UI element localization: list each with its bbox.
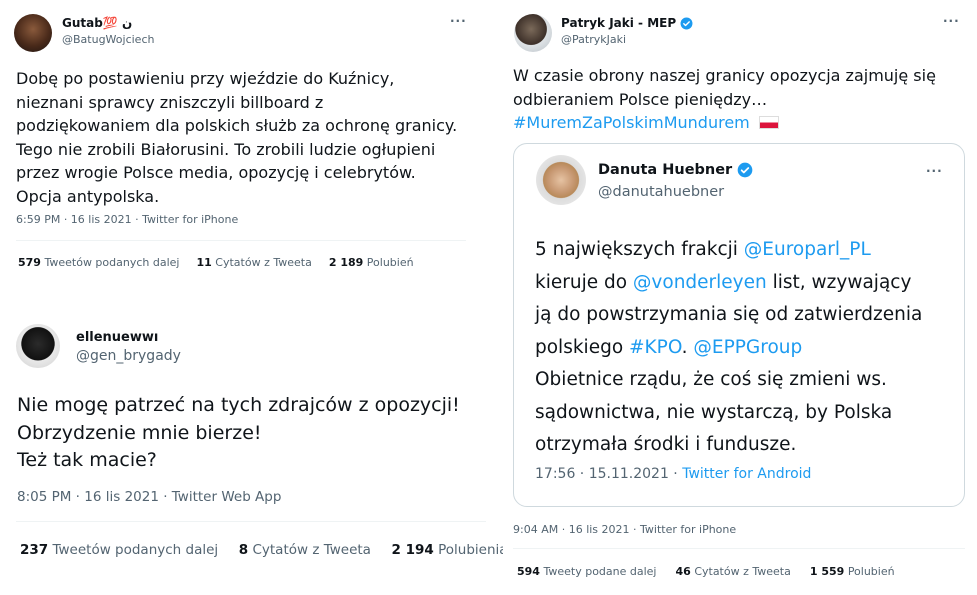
- tweet-card-3[interactable]: Patryk Jaki - MEP @PatrykJaki ··· W czas…: [503, 0, 977, 595]
- retweets-stat[interactable]: 579 Tweetów podanych dalej: [18, 256, 179, 269]
- hashtag-link[interactable]: #KPO: [629, 337, 682, 358]
- more-options-icon[interactable]: ···: [943, 14, 960, 28]
- verified-badge-icon: [680, 17, 693, 30]
- divider: [16, 521, 486, 522]
- tweet-timestamp[interactable]: 9:04 AM · 16 lis 2021 · Twitter for iPho…: [513, 523, 736, 536]
- tweet-card-2[interactable]: ellenuewwı @gen_brygady Nie mogę patrzeć…: [0, 308, 508, 595]
- tweet-text: W czasie obrony naszej granicy opozycja …: [513, 66, 936, 132]
- quoted-tweet[interactable]: Danuta Huebner @danutahuebner ··· 5 najw…: [513, 143, 965, 507]
- likes-stat[interactable]: 2 189 Polubień: [329, 256, 414, 269]
- verified-badge-icon: [737, 162, 753, 178]
- divider: [513, 548, 965, 549]
- avatar[interactable]: [514, 14, 552, 52]
- author-name[interactable]: Patryk Jaki - MEP: [561, 16, 693, 30]
- quotes-stat[interactable]: 8 Cytatów z Tweeta: [239, 542, 371, 558]
- tweet-card-1[interactable]: Gutab💯 ن @BatugWojciech ··· Dobę po post…: [0, 0, 482, 287]
- author-name[interactable]: ellenuewwı: [76, 330, 158, 345]
- separator: [0, 287, 497, 308]
- mention-link[interactable]: @Europarl_PL: [744, 239, 871, 260]
- tweet-stats: 237 Tweetów podanych dalej 8 Cytatów z T…: [20, 542, 508, 558]
- more-options-icon[interactable]: ···: [926, 164, 943, 178]
- divider: [16, 240, 466, 241]
- quote-timestamp[interactable]: 17:56 · 15.11.2021 · Twitter for Android: [535, 466, 811, 482]
- quote-text: 5 największych frakcji @Europarl_PL kier…: [535, 239, 923, 455]
- tweet-stats: 594 Tweety podane dalej 46 Cytatów z Twe…: [517, 565, 895, 578]
- retweets-stat[interactable]: 237 Tweetów podanych dalej: [20, 542, 218, 558]
- retweets-stat[interactable]: 594 Tweety podane dalej: [517, 565, 657, 578]
- quote-author-handle[interactable]: @danutahuebner: [598, 184, 724, 200]
- client-link[interactable]: Twitter for Android: [682, 466, 811, 482]
- mention-link[interactable]: @vonderleyen: [633, 272, 767, 293]
- likes-stat[interactable]: 1 559 Polubień: [810, 565, 895, 578]
- poland-flag-icon: [758, 116, 779, 129]
- mention-link[interactable]: @EPPGroup: [693, 337, 802, 358]
- author-name[interactable]: Gutab💯 ن: [62, 16, 132, 30]
- likes-stat[interactable]: 2 194 Polubienia: [392, 542, 508, 558]
- quotes-stat[interactable]: 46 Cytatów z Tweeta: [676, 565, 791, 578]
- quotes-stat[interactable]: 11 Cytatów z Tweeta: [196, 256, 311, 269]
- tweet-timestamp[interactable]: 6:59 PM · 16 lis 2021 · Twitter for iPho…: [16, 213, 238, 226]
- author-handle[interactable]: @gen_brygady: [76, 348, 181, 364]
- avatar[interactable]: [16, 324, 60, 368]
- tweet-stats: 579 Tweetów podanych dalej 11 Cytatów z …: [18, 256, 414, 269]
- author-handle[interactable]: @PatrykJaki: [561, 33, 626, 46]
- quote-avatar[interactable]: [536, 155, 586, 205]
- tweet-text: Dobę po postawieniu przy wjeździe do Kuź…: [16, 69, 458, 206]
- hashtag-link[interactable]: #MuremZaPolskimMundurem: [513, 113, 750, 132]
- avatar[interactable]: [14, 14, 52, 52]
- more-options-icon[interactable]: ···: [450, 14, 467, 28]
- tweet-timestamp[interactable]: 8:05 PM · 16 lis 2021 · Twitter Web App: [17, 489, 281, 505]
- tweet-text: Nie mogę patrzeć na tych zdrajców z opoz…: [17, 394, 460, 471]
- quote-author-name[interactable]: Danuta Huebner: [598, 162, 753, 178]
- author-handle[interactable]: @BatugWojciech: [62, 33, 154, 46]
